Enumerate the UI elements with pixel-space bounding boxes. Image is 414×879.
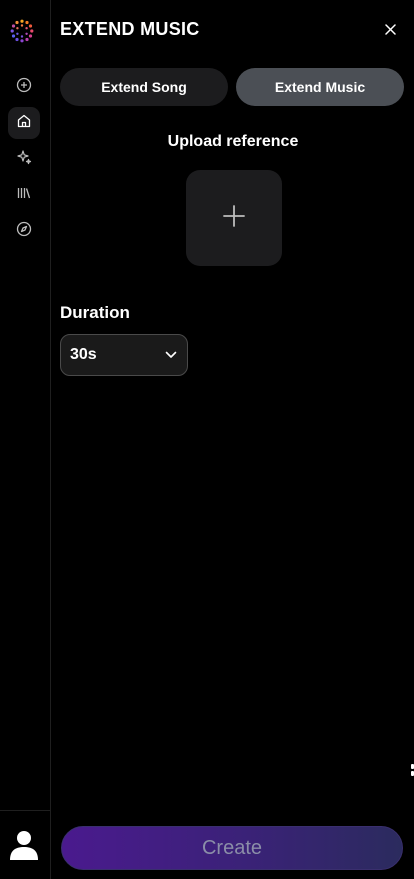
sidebar-divider [0, 810, 50, 811]
sidebar-item-home[interactable] [8, 107, 40, 139]
sparkles-icon [16, 149, 32, 170]
create-button[interactable]: Create [61, 826, 403, 870]
user-icon [9, 831, 39, 865]
tab-extend-music[interactable]: Extend Music [236, 68, 404, 106]
sidebar [0, 0, 51, 879]
close-icon [384, 22, 396, 40]
mode-tabs: Extend Song Extend Music [60, 68, 404, 106]
tab-extend-song[interactable]: Extend Song [60, 68, 228, 106]
upload-reference-label: Upload reference [167, 133, 299, 150]
duration-label: Duration [60, 303, 130, 322]
upload-reference-button[interactable] [186, 170, 282, 266]
library-icon [16, 185, 32, 206]
plus-icon [222, 204, 246, 233]
sidebar-item-explore[interactable] [8, 215, 40, 247]
sidebar-item-ai[interactable] [8, 143, 40, 175]
sidebar-item-library[interactable] [8, 179, 40, 211]
sidebar-item-create[interactable] [8, 71, 40, 103]
avatar[interactable] [9, 829, 39, 861]
chevron-down-icon [165, 346, 177, 364]
duration-select[interactable]: 30s [60, 334, 188, 376]
panel-title: EXTEND MUSIC [60, 19, 200, 39]
logo-icon[interactable] [9, 18, 35, 44]
compass-icon [16, 221, 32, 242]
home-icon [16, 113, 32, 134]
duration-value: 30s [70, 346, 97, 363]
plus-circle-icon [16, 77, 32, 98]
close-button[interactable] [380, 21, 400, 41]
